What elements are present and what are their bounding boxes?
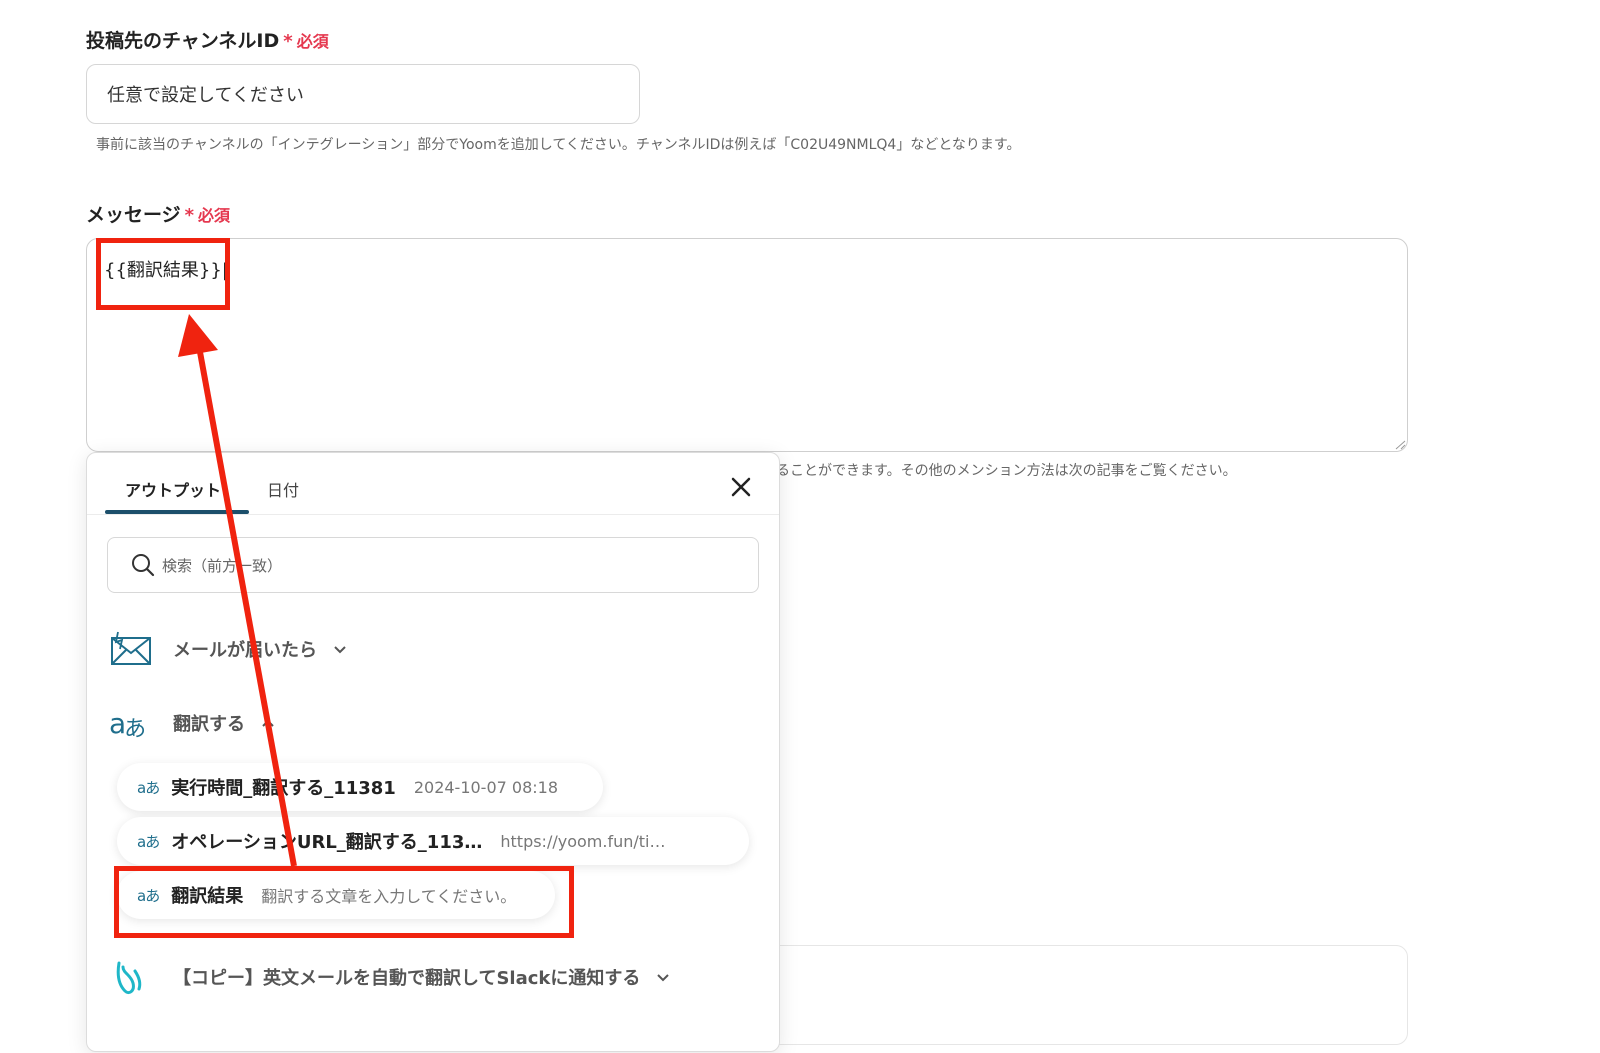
channel-id-input[interactable]: 任意で設定してください <box>86 64 640 124</box>
channel-id-value: 任意で設定してください <box>107 85 304 106</box>
translate-icon: aあ <box>137 832 160 851</box>
mail-icon <box>111 631 151 665</box>
required-text: 必須 <box>198 206 231 225</box>
output-item-name: 実行時間_翻訳する_11381 <box>171 778 396 799</box>
translate-icon: aあ <box>137 778 160 797</box>
group-translate[interactable]: aあ 翻訳する <box>109 703 277 743</box>
channel-id-label-text: 投稿先のチャンネルID <box>86 30 280 52</box>
group-translate-label: 翻訳する <box>173 714 245 735</box>
channel-id-hint: 事前に該当のチャンネルの「インテグレーション」部分でYoomを追加してください。… <box>96 137 1021 153</box>
required-marker: * 必須 <box>184 205 231 226</box>
chevron-up-icon <box>262 719 274 727</box>
group-flow-label: 【コピー】英文メールを自動で翻訳してSlackに通知する <box>173 968 641 989</box>
close-icon[interactable] <box>727 473 755 501</box>
message-textarea[interactable] <box>86 238 1408 452</box>
next-field-box[interactable] <box>760 945 1408 1045</box>
translate-icon: aあ <box>109 706 146 743</box>
chevron-down-icon <box>334 646 346 654</box>
channel-id-label: 投稿先のチャンネルID * 必須 <box>86 26 329 53</box>
active-tab-indicator <box>105 510 249 514</box>
chevron-down-icon <box>657 974 670 982</box>
message-label: メッセージ * 必須 <box>86 200 230 227</box>
tab-output[interactable]: アウトプット <box>125 477 221 501</box>
output-picker-panel: アウトプット 日付 検索（前方一致） メールが届いたら aあ 翻訳する aあ 実… <box>86 452 780 1052</box>
message-hint: ることができます。その他のメンション方法は次の記事をご覧ください。 <box>776 463 1237 479</box>
search-placeholder: 検索（前方一致） <box>162 556 283 575</box>
output-item-operation-url[interactable]: aあ オペレーションURL_翻訳する_113… https://yoom.fun… <box>117 817 749 865</box>
annotation-highlight-result-item <box>114 866 574 938</box>
group-mail-received[interactable]: メールが届いたら <box>109 629 349 669</box>
tab-date[interactable]: 日付 <box>267 477 299 501</box>
output-item-value: 2024-10-07 08:18 <box>413 777 559 797</box>
panel-tabs: アウトプット 日付 <box>87 453 779 515</box>
message-label-text: メッセージ <box>86 204 181 226</box>
annotation-highlight-message <box>96 238 230 310</box>
required-text: 必須 <box>296 32 329 51</box>
output-item-name: オペレーションURL_翻訳する_113… <box>171 832 483 853</box>
output-item-exec-time[interactable]: aあ 実行時間_翻訳する_11381 2024-10-07 08:18 <box>117 763 603 811</box>
required-marker: * 必須 <box>283 31 329 52</box>
group-mail-label: メールが届いたら <box>173 640 317 661</box>
yoom-logo-icon <box>116 961 142 995</box>
search-icon <box>132 554 155 577</box>
resize-handle-icon[interactable] <box>1394 440 1406 450</box>
output-search-input[interactable]: 検索（前方一致） <box>107 537 759 593</box>
group-flow-copy[interactable]: 【コピー】英文メールを自動で翻訳してSlackに通知する <box>109 957 672 997</box>
output-item-value: https://yoom.fun/ti… <box>500 831 666 851</box>
